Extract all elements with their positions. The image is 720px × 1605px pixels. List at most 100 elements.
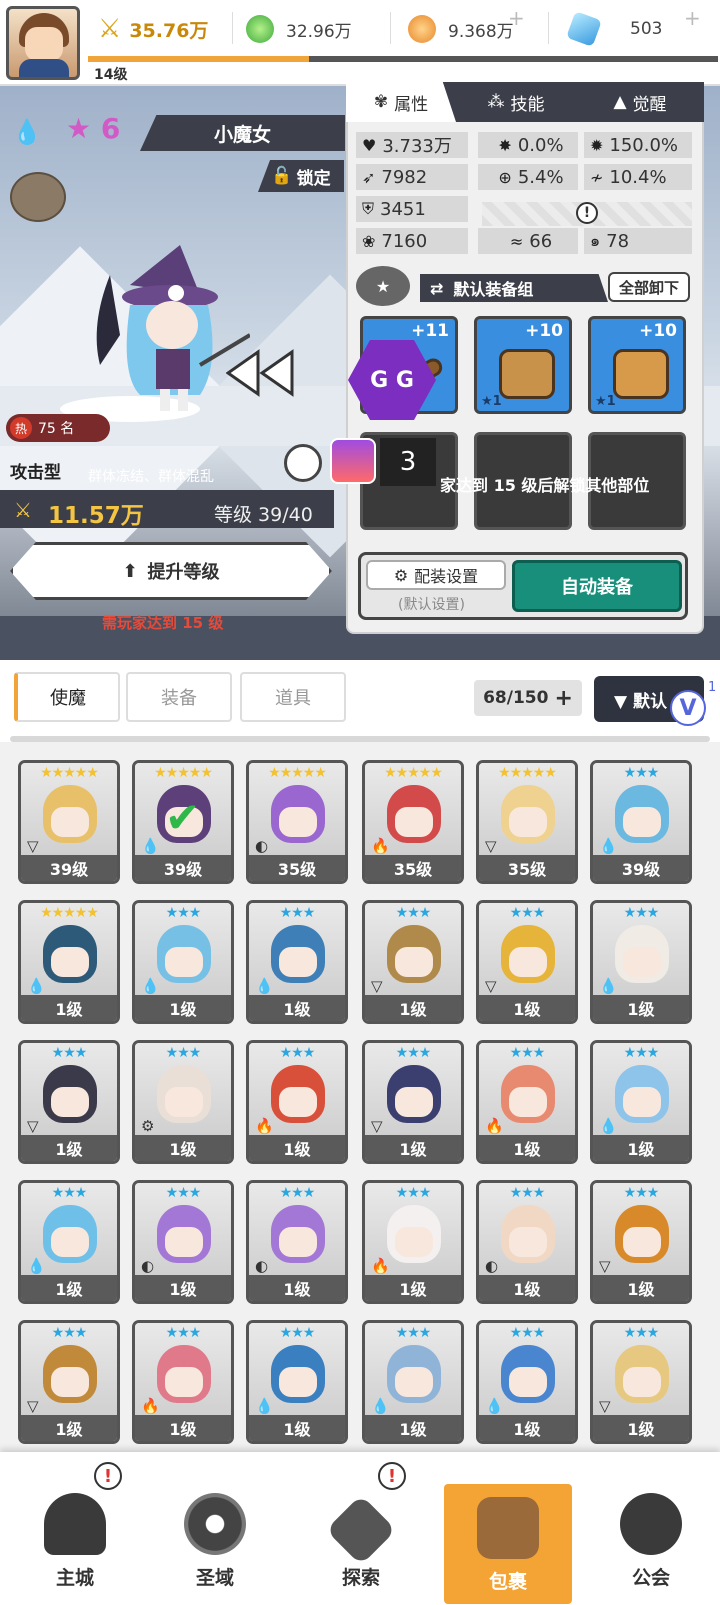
familiar-stars: ★★★: [623, 905, 660, 921]
hero-type: 攻击型: [10, 463, 61, 483]
familiar-stars: ★★★: [279, 1045, 316, 1061]
familiar-card[interactable]: ★★★★★ 💧 ✔ 39级: [132, 760, 234, 884]
familiar-card[interactable]: ★★★ ▽ 1级: [590, 1180, 692, 1304]
gold-currency[interactable]: 9.368万: [408, 12, 514, 46]
familiar-card[interactable]: ★★★ 🔥 1级: [476, 1040, 578, 1164]
familiar-level: 1级: [21, 995, 117, 1021]
locked-skin-icon[interactable]: [10, 172, 66, 222]
gear-icon: ⚙: [393, 565, 409, 585]
skill-icon: ⁂: [487, 92, 505, 112]
gear-slot-helmet[interactable]: +10 ★1: [474, 316, 572, 414]
rotate-view-icon[interactable]: [284, 444, 322, 482]
familiar-level: 1级: [479, 1415, 575, 1441]
familiar-level: 39级: [135, 855, 231, 881]
vortex-icon: [184, 1493, 246, 1555]
gear-stars: ★1: [595, 394, 616, 409]
familiar-card[interactable]: ★★★ 💧 1级: [18, 1180, 120, 1304]
familiar-card[interactable]: ★★★★★ ◐ 35级: [246, 760, 348, 884]
gg-label: G G: [370, 367, 414, 393]
equip-group-name: 默认装备组: [453, 280, 534, 299]
familiar-card[interactable]: ★★★ ▽ 1级: [590, 1320, 692, 1444]
stat-value: 0.0%: [517, 134, 564, 156]
hero-power: 11.57万: [48, 503, 144, 529]
familiar-card[interactable]: ★★★ 🔥 1级: [362, 1180, 464, 1304]
familiar-face: [395, 1367, 433, 1397]
element-icon: ▽: [599, 1397, 611, 1415]
gear-stars: ★1: [481, 394, 502, 409]
game-assistant-icon[interactable]: [330, 438, 376, 484]
familiar-face: [165, 1087, 203, 1117]
familiar-card[interactable]: ★★★ 💧 1级: [246, 900, 348, 1024]
familiar-stars: ★★★: [623, 1185, 660, 1201]
familiar-face: [395, 1227, 433, 1257]
equip-set-star-icon[interactable]: ★: [356, 266, 410, 306]
familiar-card[interactable]: ★★★ 💧 1级: [476, 1320, 578, 1444]
familiar-card[interactable]: ★★★ 💧 1级: [132, 900, 234, 1024]
tab-label: 使魔: [50, 688, 86, 709]
familiar-stars: ★★★★★: [384, 765, 443, 781]
element-icon: ▽: [599, 1257, 611, 1275]
familiar-card[interactable]: ★★★ ◐ 1级: [476, 1180, 578, 1304]
familiar-card[interactable]: ★★★ ▽ 1级: [362, 1040, 464, 1164]
add-gem-icon[interactable]: +: [684, 6, 701, 30]
familiar-card[interactable]: ★★★ 💧 1级: [590, 900, 692, 1024]
gear-slot-armor[interactable]: +10 ★1: [588, 316, 686, 414]
tab-items[interactable]: 道具: [240, 672, 346, 722]
familiar-card[interactable]: ★★★ ◐ 1级: [246, 1180, 348, 1304]
familiar-card[interactable]: ★★★ ▽ 1级: [476, 900, 578, 1024]
familiar-card[interactable]: ★★★ 💧 1级: [590, 1040, 692, 1164]
warning-icon[interactable]: !: [576, 202, 598, 224]
hot-rank: 75 名: [38, 421, 75, 437]
familiar-level: 1级: [249, 1135, 345, 1161]
add-gold-icon[interactable]: +: [508, 6, 525, 30]
familiar-card[interactable]: ★★★ 💧 1级: [246, 1320, 348, 1444]
familiar-card[interactable]: ★★★★★ 💧 1级: [18, 900, 120, 1024]
tab-attributes[interactable]: ✾ 属性: [346, 82, 456, 122]
familiar-card[interactable]: ★★★ 💧 39级: [590, 760, 692, 884]
familiar-face: [623, 1227, 661, 1257]
familiar-card[interactable]: ★★★ ▽ 1级: [18, 1320, 120, 1444]
familiar-stars: ★★★: [623, 1325, 660, 1341]
gem-currency[interactable]: 503: [566, 11, 662, 47]
auto-equip-button[interactable]: 自动装备: [512, 560, 682, 612]
tab-familiars[interactable]: 使魔: [14, 672, 120, 722]
player-avatar[interactable]: [6, 6, 80, 80]
familiar-stars: ★★★: [509, 1185, 546, 1201]
alert-icon: !: [378, 1462, 406, 1490]
familiar-card[interactable]: ★★★★★ 🔥 35级: [362, 760, 464, 884]
familiar-face: [51, 807, 89, 837]
nav-explore[interactable]: 探索: [306, 1470, 416, 1600]
familiar-card[interactable]: ★★★ 💧 1级: [362, 1320, 464, 1444]
familiar-stars: ★★★: [165, 1045, 202, 1061]
familiar-card[interactable]: ★★★ ▽ 1级: [18, 1040, 120, 1164]
familiar-card[interactable]: ★★★★★ ▽ 39级: [18, 760, 120, 884]
tab-awaken[interactable]: ▲ 觉醒: [590, 82, 690, 122]
familiar-card[interactable]: ★★★★★ ▽ 35级: [476, 760, 578, 884]
element-icon: ▽: [27, 1397, 39, 1415]
prev-hero-arrow-icon[interactable]: [226, 348, 296, 398]
lock-button[interactable]: 🔓 锁定: [258, 160, 344, 192]
nav-bag[interactable]: 包裹: [444, 1484, 572, 1604]
familiar-card[interactable]: ★★★ ⚙ 1级: [132, 1040, 234, 1164]
v-overlay-icon[interactable]: V: [670, 690, 706, 726]
nav-guild[interactable]: 公会: [596, 1470, 706, 1600]
familiar-stars: ★★★: [623, 1045, 660, 1061]
familiar-card[interactable]: ★★★ 🔥 1级: [246, 1040, 348, 1164]
element-icon: ◐: [255, 837, 269, 855]
equip-group-selector[interactable]: ⇄ 默认装备组: [420, 274, 608, 302]
tab-skills[interactable]: ⁂ 技能: [466, 82, 566, 122]
familiar-face: [165, 1227, 203, 1257]
config-button[interactable]: ⚙ 配装设置: [366, 560, 506, 590]
tab-equipment[interactable]: 装备: [126, 672, 232, 722]
familiar-card[interactable]: ★★★ ◐ 1级: [132, 1180, 234, 1304]
familiar-card[interactable]: ★★★ ▽ 1级: [362, 900, 464, 1024]
familiar-level: 1级: [135, 995, 231, 1021]
familiar-stars: ★★★: [51, 1325, 88, 1341]
expand-icon[interactable]: +: [554, 686, 572, 711]
nav-main-city[interactable]: 主城: [20, 1470, 130, 1600]
nav-sanctuary[interactable]: 圣域: [160, 1470, 270, 1600]
upgrade-level-button[interactable]: ⬆ 提升等级: [10, 542, 332, 600]
unequip-all-button[interactable]: 全部卸下: [608, 272, 690, 302]
familiar-card[interactable]: ★★★ 🔥 1级: [132, 1320, 234, 1444]
inventory-capacity[interactable]: 68/150 +: [474, 680, 582, 716]
